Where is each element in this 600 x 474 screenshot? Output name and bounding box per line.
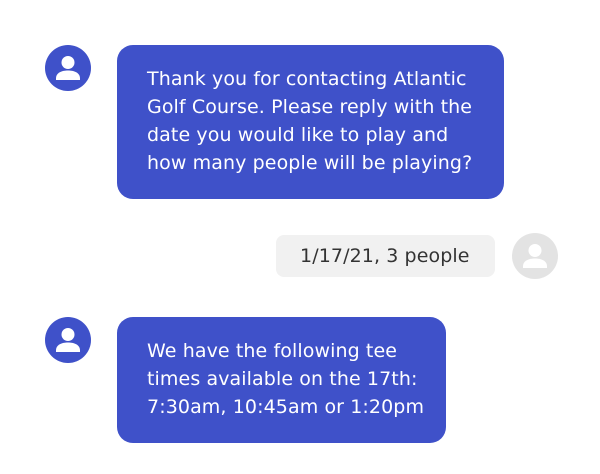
message-line: We have the following tee (147, 340, 398, 362)
agent-message-bubble: Thank you for contacting Atlantic Golf C… (117, 45, 504, 199)
user-avatar (512, 233, 558, 279)
agent-avatar (45, 317, 91, 363)
message-line: Golf Course. Please reply with the (147, 96, 473, 118)
agent-avatar (45, 45, 91, 91)
message-line: 7:30am, 10:45am or 1:20pm (147, 396, 425, 418)
message-line: how many people will be playing? (147, 152, 473, 174)
message-line: date you would like to play and (147, 124, 449, 146)
user-message-bubble: 1/17/21, 3 people (276, 235, 495, 277)
message-line: 1/17/21, 3 people (300, 245, 470, 267)
message-line: Thank you for contacting Atlantic (147, 68, 467, 90)
person-icon (523, 244, 547, 268)
message-line: times available on the 17th: (147, 368, 418, 390)
person-icon (56, 56, 80, 80)
agent-message-bubble: We have the following tee times availabl… (117, 317, 446, 443)
person-icon (56, 328, 80, 352)
